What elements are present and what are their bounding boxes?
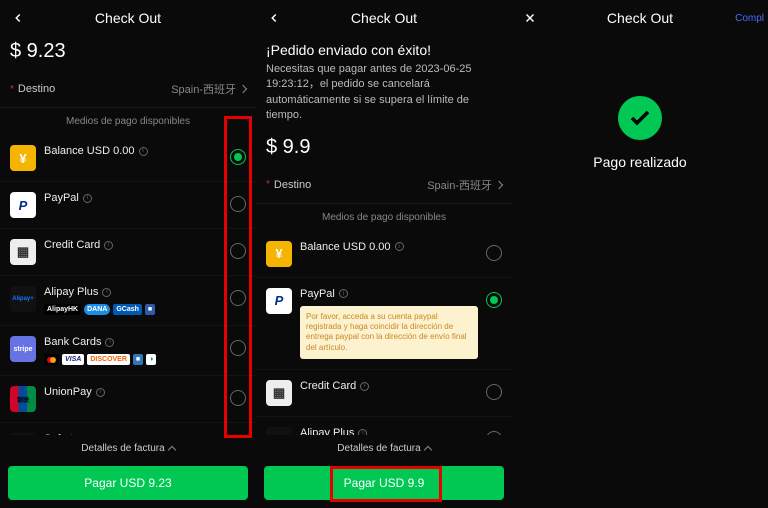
checkout-panel-2: Check Out ¡Pedido enviado con éxito! Nec… xyxy=(256,0,512,508)
credit-card-icon: ▦ xyxy=(266,380,292,406)
close-icon[interactable] xyxy=(518,6,542,30)
unionpay-icon: 银联 xyxy=(10,386,36,412)
destination-row[interactable]: *Destino Spain-西班牙 xyxy=(256,167,512,204)
payment-method-sofort[interactable]: SOFORT Soforti xyxy=(0,423,256,435)
invoice-details-link[interactable]: Detalles de factura xyxy=(0,435,256,462)
checkout-panel-1: Check Out $ 9.23 *Destino Spain-西班牙 Medi… xyxy=(0,0,256,508)
sub-brands: VISA DISCOVER ■ ◑ xyxy=(44,354,222,365)
payment-method-alipay-plus[interactable]: Alipay+ Alipay Plusi AlipayHK DANA GCash… xyxy=(0,276,256,326)
balance-icon: ¥ xyxy=(266,241,292,267)
payment-method-paypal[interactable]: P PayPali Por favor, acceda a su cuenta … xyxy=(256,278,512,371)
payment-method-alipay-plus[interactable]: Alipay+ Alipay Plusi AlipayHK DANA GCash… xyxy=(256,417,512,435)
radio-button[interactable] xyxy=(230,390,246,406)
info-icon: i xyxy=(360,382,369,391)
payment-method-bank-cards[interactable]: stripe Bank Cardsi VISA DISCOVER ■ ◑ xyxy=(0,326,256,376)
header: Check Out xyxy=(256,0,512,36)
info-icon: i xyxy=(96,388,105,397)
credit-card-icon: ▦ xyxy=(10,239,36,265)
alipay-icon: Alipay+ xyxy=(266,427,292,435)
radio-button[interactable] xyxy=(230,290,246,306)
destination-value: Spain-西班牙 xyxy=(171,81,246,97)
alipay-icon: Alipay+ xyxy=(10,286,36,312)
chevron-right-icon xyxy=(239,85,247,93)
checkout-panel-3: Check Out Compl Pago realizado xyxy=(512,0,768,508)
radio-button[interactable] xyxy=(230,243,246,259)
payment-method-balance[interactable]: ¥ Balance USD 0.00i xyxy=(256,231,512,278)
info-icon: i xyxy=(395,242,404,251)
header: Check Out xyxy=(0,0,256,36)
info-icon: i xyxy=(105,338,114,347)
success-check-icon xyxy=(618,96,662,140)
complete-link[interactable]: Compl xyxy=(735,13,764,24)
payment-methods-list: ¥ Balance USD 0.00i P PayPali ▦ Credit C… xyxy=(0,135,256,435)
info-icon: i xyxy=(139,147,148,156)
destination-value: Spain-西班牙 xyxy=(427,177,502,193)
payment-method-unionpay[interactable]: 银联 UnionPayi xyxy=(0,376,256,423)
chevron-up-icon xyxy=(423,445,431,453)
payment-method-balance[interactable]: ¥ Balance USD 0.00i xyxy=(0,135,256,182)
success-message: ¡Pedido enviado con éxito! xyxy=(256,36,512,62)
chevron-right-icon xyxy=(495,180,503,188)
total-price: $ 9.9 xyxy=(256,132,512,167)
destination-row[interactable]: *Destino Spain-西班牙 xyxy=(0,71,256,108)
sub-brands: AlipayHK DANA GCash ■ xyxy=(44,304,222,315)
balance-icon: ¥ xyxy=(10,145,36,171)
paypal-icon: P xyxy=(10,192,36,218)
payment-methods-list: ¥ Balance USD 0.00i P PayPali Por favor,… xyxy=(256,231,512,435)
info-icon: i xyxy=(339,289,348,298)
destination-label: *Destino xyxy=(10,83,55,95)
radio-button[interactable] xyxy=(230,340,246,356)
info-icon: i xyxy=(104,241,113,250)
radio-button[interactable] xyxy=(230,149,246,165)
radio-button[interactable] xyxy=(486,245,502,261)
radio-button[interactable] xyxy=(486,384,502,400)
chevron-up-icon xyxy=(167,445,175,453)
info-icon: i xyxy=(102,288,111,297)
pay-button[interactable]: Pagar USD 9.23 xyxy=(8,466,248,500)
page-title: Check Out xyxy=(512,10,768,26)
back-icon[interactable] xyxy=(262,6,286,30)
payment-method-credit-card[interactable]: ▦ Credit Cardi xyxy=(256,370,512,417)
section-title: Medios de pago disponibles xyxy=(0,108,256,135)
destination-label: *Destino xyxy=(266,179,311,191)
invoice-details-link[interactable]: Detalles de factura xyxy=(256,435,512,462)
payment-done-text: Pago realizado xyxy=(512,154,768,170)
payment-method-credit-card[interactable]: ▦ Credit Cardi xyxy=(0,229,256,276)
pay-button[interactable]: Pagar USD 9.9 xyxy=(264,466,504,500)
page-title: Check Out xyxy=(0,10,256,26)
payment-method-paypal[interactable]: P PayPali xyxy=(0,182,256,229)
paypal-icon: P xyxy=(266,288,292,314)
back-icon[interactable] xyxy=(6,6,30,30)
stripe-icon: stripe xyxy=(10,336,36,362)
header: Check Out Compl xyxy=(512,0,768,36)
section-title: Medios de pago disponibles xyxy=(256,204,512,231)
radio-button[interactable] xyxy=(230,196,246,212)
paypal-warning: Por favor, acceda a su cuenta paypal reg… xyxy=(300,306,478,360)
deadline-text: Necesitas que pagar antes de 2023-06-25 … xyxy=(256,62,512,132)
radio-button[interactable] xyxy=(486,292,502,308)
total-price: $ 9.23 xyxy=(0,36,256,71)
page-title: Check Out xyxy=(256,10,512,26)
info-icon: i xyxy=(83,194,92,203)
